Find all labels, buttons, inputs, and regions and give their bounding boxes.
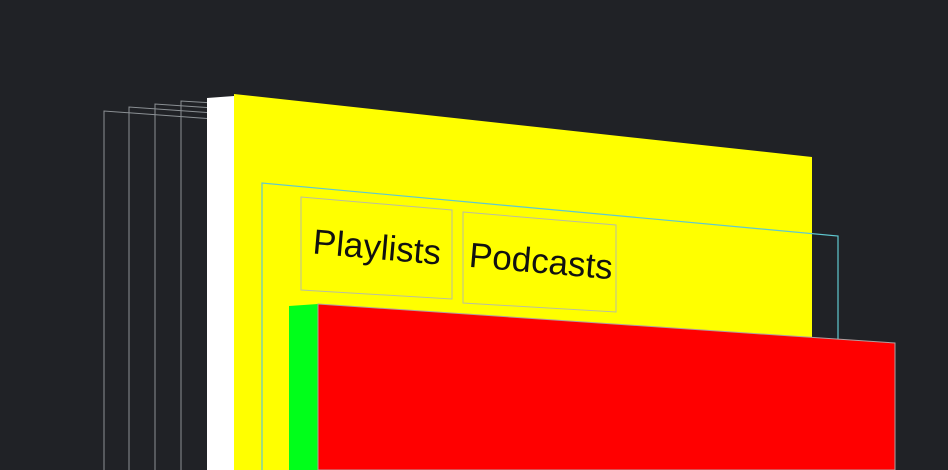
outline-layer-2: [128, 106, 215, 470]
exploded-view-canvas: Playlists Podcasts: [0, 0, 948, 470]
white-container-layer: [207, 96, 234, 470]
outline-layer-1: [103, 110, 215, 470]
layer-stack-view: Playlists Podcasts: [103, 94, 896, 470]
background-layer-outlines: [103, 100, 215, 470]
outline-layer-3: [154, 103, 215, 470]
green-content-layer: [289, 304, 318, 470]
